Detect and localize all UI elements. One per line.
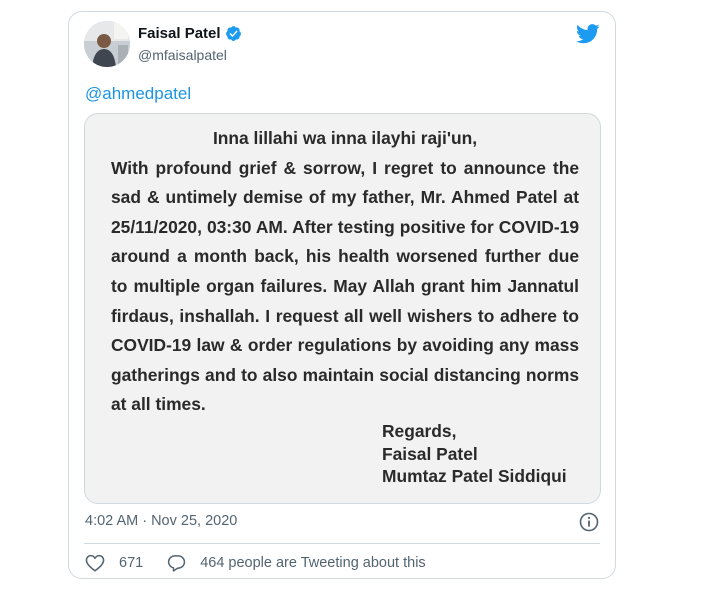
signoff-regards: Regards, xyxy=(382,421,457,441)
tweet-timestamp[interactable]: 4:02 AM · Nov 25, 2020 xyxy=(85,513,237,529)
author-name-row[interactable]: Faisal Patel xyxy=(138,25,242,42)
statement-signoff: Regards, Faisal Patel Mumtaz Patel Siddi… xyxy=(382,420,567,488)
like-count: 671 xyxy=(119,555,144,571)
verified-badge-icon xyxy=(225,26,241,41)
author-handle[interactable]: @mfaisalpatel xyxy=(138,47,227,63)
statement-body: With profound grief & sorrow, I regret t… xyxy=(111,157,579,415)
speech-bubble-icon xyxy=(168,555,186,572)
tweet-image[interactable]: Inna lillahi wa inna ilayhi raji'un, Wit… xyxy=(84,113,601,504)
author-display-name[interactable]: Faisal Patel xyxy=(138,25,221,42)
info-icon[interactable] xyxy=(579,512,599,532)
action-bar: 671 464 people are Tweeting about this xyxy=(85,554,426,572)
tweet-card[interactable]: Faisal Patel @mfaisalpatel @ahmedpatel I… xyxy=(68,11,616,579)
tweeting-about-text: 464 people are Tweeting about this xyxy=(200,555,426,571)
mention-link[interactable]: @ahmedpatel xyxy=(85,84,191,104)
signoff-name-2: Mumtaz Patel Siddiqui xyxy=(382,466,567,486)
twitter-bird-icon[interactable] xyxy=(576,24,600,44)
heart-icon xyxy=(85,554,105,572)
signoff-name-1: Faisal Patel xyxy=(382,443,478,464)
like-button[interactable]: 671 xyxy=(85,554,143,572)
divider xyxy=(84,543,600,544)
tweeting-about-button[interactable]: 464 people are Tweeting about this xyxy=(167,554,426,572)
statement-heading: Inna lillahi wa inna ilayhi raji'un, xyxy=(212,128,478,148)
avatar[interactable] xyxy=(84,21,130,67)
statement-text: Inna lillahi wa inna ilayhi raji'un, Wit… xyxy=(111,124,579,420)
avatar-image xyxy=(84,21,130,67)
